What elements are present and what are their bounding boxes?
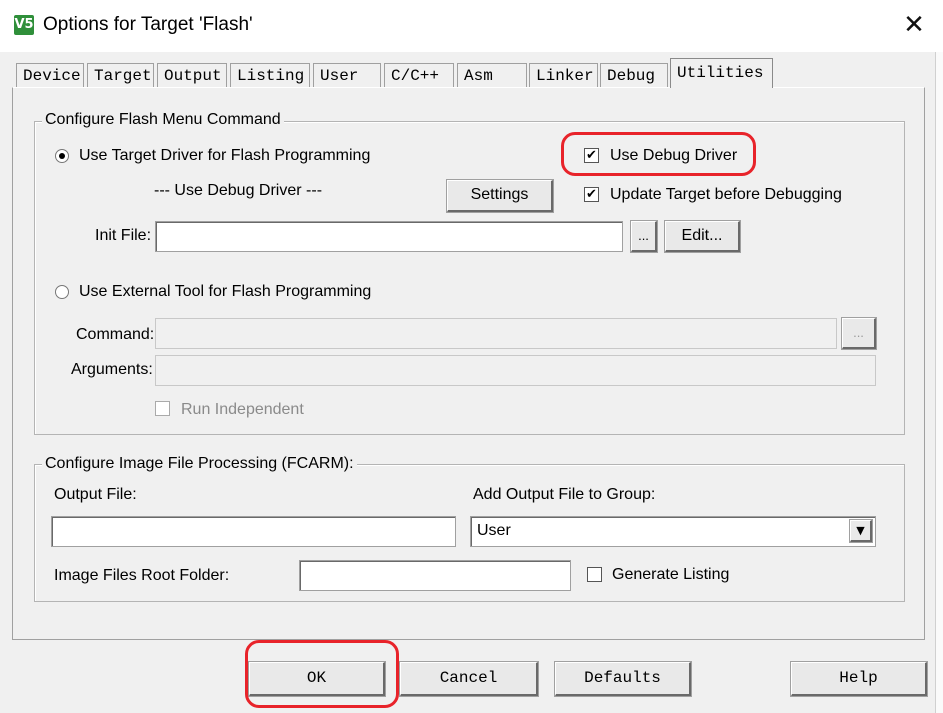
tab-linker[interactable]: Linker	[529, 63, 598, 87]
arguments-label: Arguments:	[71, 361, 153, 378]
tab-debug[interactable]: Debug	[600, 63, 668, 87]
command-input[interactable]	[155, 318, 837, 349]
group-select[interactable]: User ▼	[470, 516, 876, 547]
driver-name-text: --- Use Debug Driver ---	[154, 182, 323, 199]
init-file-input[interactable]	[155, 221, 623, 252]
flash-group-title: Configure Flash Menu Command	[42, 111, 284, 129]
update-target-checkbox[interactable]: ✔	[584, 187, 599, 202]
radio-dot-icon	[59, 153, 65, 159]
tab-utilities[interactable]: Utilities	[670, 58, 773, 88]
generate-listing-checkbox[interactable]	[587, 567, 602, 582]
image-group-title: Configure Image File Processing (FCARM):	[42, 455, 357, 473]
app-icon: V5	[14, 15, 34, 35]
init-file-browse-button[interactable]: ...	[630, 220, 658, 253]
use-target-driver-label[interactable]: Use Target Driver for Flash Programming	[79, 147, 370, 165]
tab-device[interactable]: Device	[16, 63, 84, 87]
run-independent-label[interactable]: Run Independent	[181, 401, 304, 419]
cancel-button[interactable]: Cancel	[399, 661, 539, 697]
output-file-input[interactable]	[51, 516, 456, 547]
tab-user[interactable]: User	[313, 63, 381, 87]
flash-menu-group	[34, 121, 905, 435]
tab-listing[interactable]: Listing	[230, 63, 310, 87]
command-browse-button[interactable]: ...	[841, 317, 877, 350]
window-title: Options for Target 'Flash'	[43, 14, 253, 35]
settings-button[interactable]: Settings	[446, 179, 554, 213]
group-select-value: User	[477, 522, 511, 539]
use-external-tool-label[interactable]: Use External Tool for Flash Programming	[79, 283, 371, 301]
close-icon[interactable]: ✕	[895, 6, 933, 44]
tab-c-cpp[interactable]: C/C++	[384, 63, 454, 87]
run-independent-checkbox[interactable]	[155, 401, 170, 416]
defaults-button[interactable]: Defaults	[554, 661, 692, 697]
tab-output[interactable]: Output	[157, 63, 227, 87]
edit-button[interactable]: Edit...	[664, 220, 741, 253]
root-folder-label: Image Files Root Folder:	[54, 567, 230, 584]
generate-listing-label[interactable]: Generate Listing	[612, 566, 729, 584]
help-button[interactable]: Help	[790, 661, 928, 697]
init-file-label: Init File:	[95, 227, 152, 244]
use-target-driver-radio[interactable]	[55, 149, 69, 163]
add-output-label: Add Output File to Group:	[473, 486, 656, 503]
command-label: Command:	[76, 326, 155, 343]
chevron-down-icon[interactable]: ▼	[849, 519, 873, 543]
use-external-tool-radio[interactable]	[55, 285, 69, 299]
highlight-ring-ok	[245, 640, 399, 708]
tab-target[interactable]: Target	[87, 63, 154, 87]
highlight-ring-debug-driver	[561, 132, 756, 176]
arguments-input[interactable]	[155, 355, 876, 386]
window-edge	[935, 52, 943, 713]
output-file-label: Output File:	[54, 486, 137, 503]
root-folder-input[interactable]	[299, 560, 571, 591]
update-target-label[interactable]: Update Target before Debugging	[610, 186, 842, 204]
tab-asm[interactable]: Asm	[457, 63, 527, 87]
